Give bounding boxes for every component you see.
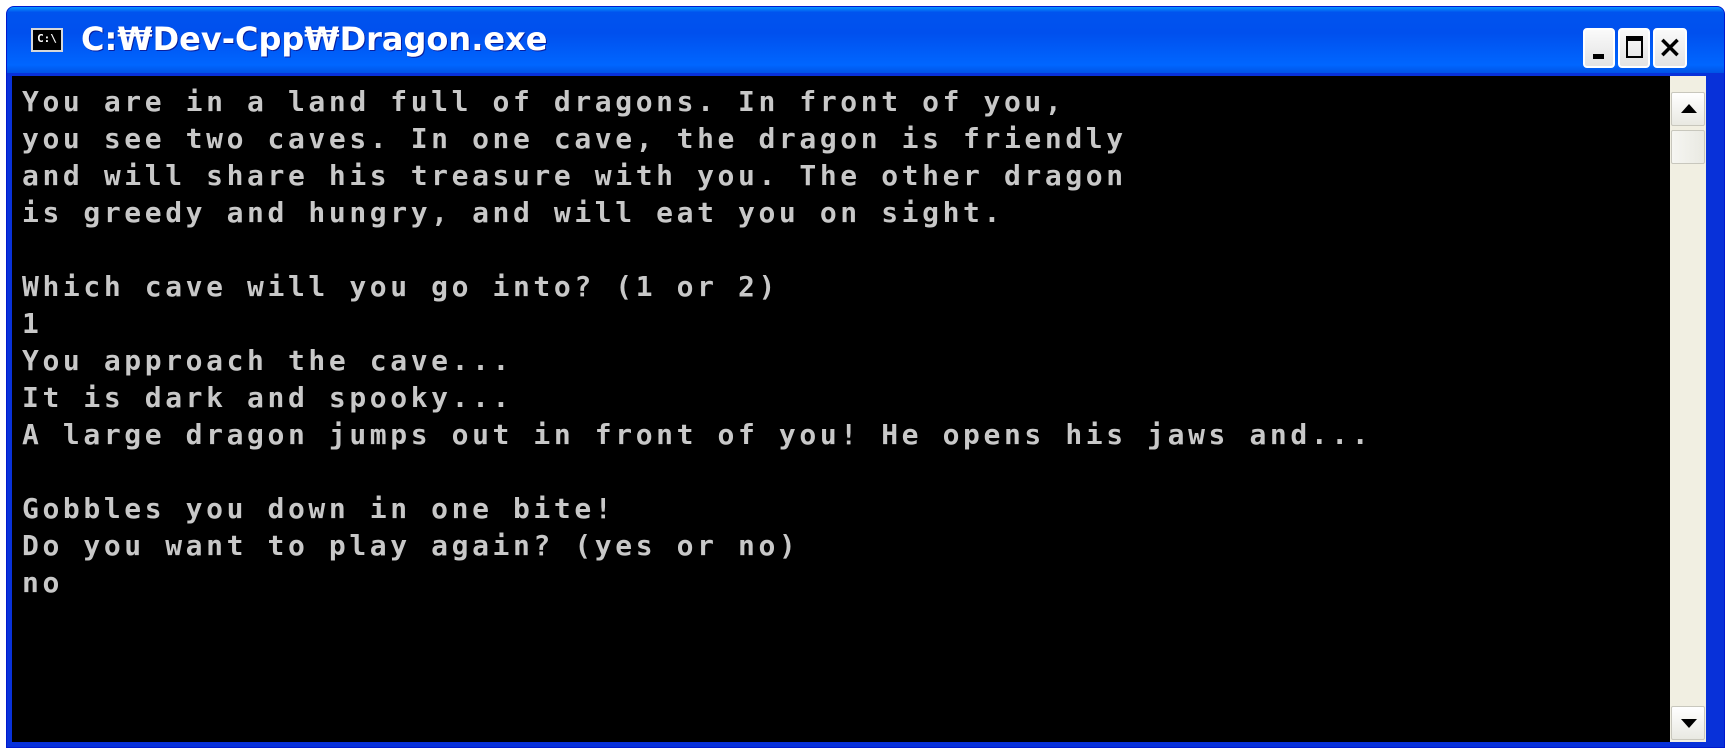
scroll-up-arrow-icon — [1681, 104, 1697, 113]
close-button[interactable]: × — [1653, 28, 1687, 68]
scroll-down-arrow-icon — [1681, 719, 1697, 728]
vertical-scrollbar[interactable] — [1670, 76, 1706, 742]
maximize-icon — [1626, 36, 1643, 58]
minimize-icon — [1593, 54, 1604, 59]
console-line: You approach the cave... — [22, 344, 513, 377]
console-line: A large dragon jumps out in front of you… — [22, 418, 1373, 451]
scroll-thumb[interactable] — [1671, 130, 1705, 164]
maximize-button[interactable] — [1618, 28, 1650, 68]
scroll-up-button[interactable] — [1671, 92, 1705, 126]
scroll-down-button[interactable] — [1671, 706, 1705, 740]
console-app-icon[interactable]: C:\ — [31, 28, 63, 52]
console-line: you see two caves. In one cave, the drag… — [22, 122, 1127, 155]
console-line: is greedy and hungry, and will eat you o… — [22, 196, 1004, 229]
console-output[interactable]: You are in a land full of dragons. In fr… — [12, 76, 1670, 742]
title-bar[interactable]: C:\ C:₩Dev-Cpp₩Dragon.exe × — [7, 7, 1724, 73]
window-title: C:₩Dev-Cpp₩Dragon.exe — [81, 20, 548, 58]
minimize-button[interactable] — [1583, 28, 1615, 68]
console-line: You are in a land full of dragons. In fr… — [22, 85, 1066, 118]
console-line: no — [22, 566, 63, 599]
console-line: and will share his treasure with you. Th… — [22, 159, 1127, 192]
close-icon: × — [1657, 30, 1683, 65]
console-line: 1 — [22, 307, 43, 340]
console-line: Do you want to play again? (yes or no) — [22, 529, 800, 562]
console-line: Which cave will you go into? (1 or 2) — [22, 270, 779, 303]
console-line: It is dark and spooky... — [22, 381, 513, 414]
console-line: Gobbles you down in one bite! — [22, 492, 616, 525]
